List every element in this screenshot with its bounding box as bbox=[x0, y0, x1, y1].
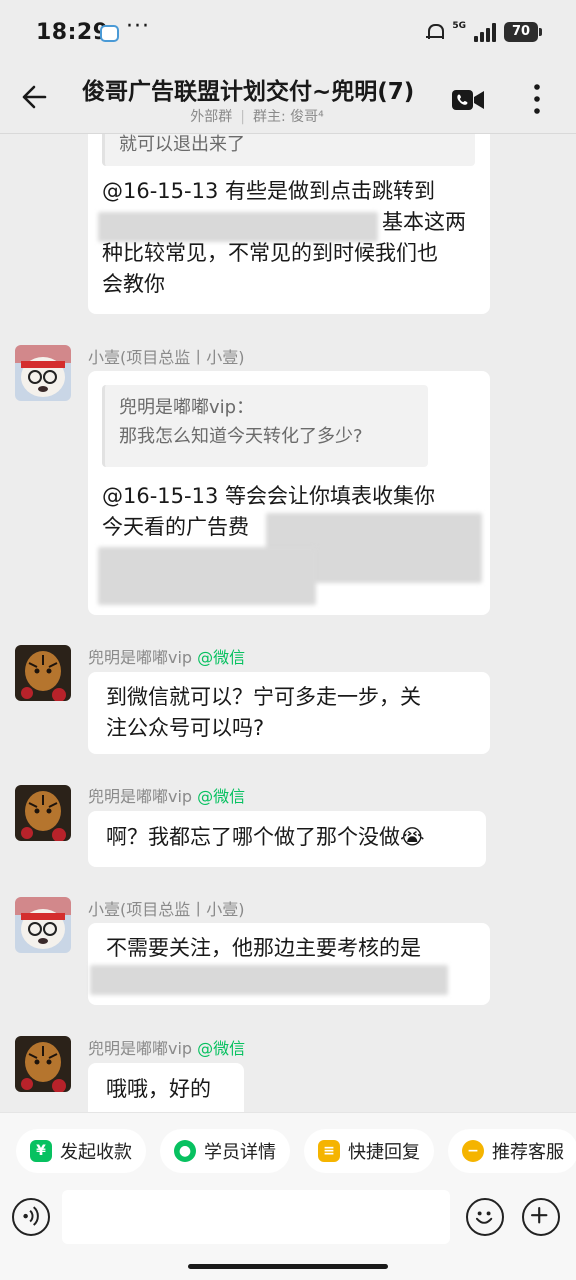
redacted-block bbox=[90, 965, 448, 995]
emoji-icon[interactable] bbox=[466, 1198, 504, 1236]
chat-title: 俊哥广告联盟计划交付~兜明(7) bbox=[82, 79, 415, 105]
message-bubble[interactable]: 兜明是嘟嘟vip： 那我怎么知道今天转化了多少? @16-15-13 等会会让你… bbox=[88, 371, 490, 615]
group-owner-label: 群主: 俊哥⁴ bbox=[252, 109, 324, 125]
network-label: 5G bbox=[452, 21, 466, 31]
recommend-service-label: 推荐客服 bbox=[492, 1142, 564, 1163]
message-bubble[interactable]: 啊？我都忘了哪个做了那个没做😭 bbox=[88, 811, 486, 867]
message-bubble[interactable]: 到微信就可以？宁可多走一步，关 注公众号可以吗? bbox=[88, 672, 490, 754]
battery-icon: 70 bbox=[504, 22, 542, 42]
message-text-line: 基本这两 bbox=[382, 210, 466, 234]
subtitle-divider: | bbox=[240, 109, 245, 125]
message-list[interactable]: 就可以退出来了 @16-15-13 有些是做到点击跳转到 基本这两 种比较常见，… bbox=[0, 134, 576, 1112]
status-bar: 18:29 ··· 5G 70 bbox=[0, 0, 576, 66]
quoted-sender: 兜明是嘟嘟vip： bbox=[119, 397, 255, 418]
message-text: 啊？我都忘了哪个做了那个没做😭 bbox=[106, 825, 425, 849]
chat-header: 俊哥广告联盟计划交付~兜明(7) 外部群 | 群主: 俊哥⁴ bbox=[0, 66, 576, 134]
message-text-line: @16-15-13 有些是做到点击跳转到 bbox=[102, 179, 435, 203]
sender-name: 小壹(项目总监丨小壹) bbox=[88, 900, 245, 919]
sender-name-text: 兜明是嘟嘟vip bbox=[88, 1039, 193, 1058]
message-bubble[interactable]: 就可以退出来了 @16-15-13 有些是做到点击跳转到 基本这两 种比较常见，… bbox=[88, 134, 490, 314]
message-icon: ≡ bbox=[318, 1140, 340, 1162]
message-text-line: 今天看的广告费 bbox=[102, 515, 249, 539]
app-notification-icon bbox=[100, 25, 119, 42]
user-icon: ● bbox=[174, 1140, 196, 1162]
message-text: 哦哦，好的 bbox=[106, 1077, 211, 1101]
quick-reply-label: 快捷回复 bbox=[348, 1142, 420, 1163]
signal-icon bbox=[474, 22, 496, 42]
sender-source-tag: @微信 bbox=[197, 648, 246, 667]
avatar-tiger-icon[interactable] bbox=[15, 785, 71, 841]
quoted-message[interactable]: 兜明是嘟嘟vip： 那我怎么知道今天转化了多少? bbox=[102, 385, 428, 467]
video-call-icon[interactable] bbox=[452, 90, 484, 110]
student-details-button[interactable]: ● 学员详情 bbox=[160, 1129, 290, 1173]
voice-icon[interactable] bbox=[12, 1198, 50, 1236]
quoted-text: 那我怎么知道今天转化了多少? bbox=[119, 426, 363, 447]
collect-payment-label: 发起收款 bbox=[60, 1142, 132, 1163]
message-bubble[interactable]: 哦哦，好的 bbox=[88, 1063, 244, 1112]
quoted-message[interactable]: 就可以退出来了 bbox=[102, 134, 475, 166]
status-time: 18:29 bbox=[36, 20, 109, 45]
message-text-line: @16-15-13 等会会让你填表收集你 bbox=[102, 484, 435, 508]
home-indicator[interactable] bbox=[188, 1264, 388, 1269]
sender-name: 兜明是嘟嘟vip @微信 bbox=[88, 1035, 245, 1059]
message-text-line: 注公众号可以吗? bbox=[106, 716, 265, 740]
chat-bubble-icon: − bbox=[462, 1140, 484, 1162]
recommend-service-button[interactable]: − 推荐客服 bbox=[448, 1129, 576, 1173]
message-text-line: 会教你 bbox=[102, 272, 165, 296]
input-bar bbox=[0, 1188, 576, 1280]
sender-name: 小壹(项目总监丨小壹) bbox=[88, 348, 245, 367]
sender-name: 兜明是嘟嘟vip @微信 bbox=[88, 783, 245, 807]
quick-reply-button[interactable]: ≡ 快捷回复 bbox=[304, 1129, 434, 1173]
quick-action-bar: ¥ 发起收款 ● 学员详情 ≡ 快捷回复 − 推荐客服 bbox=[0, 1112, 576, 1188]
student-details-label: 学员详情 bbox=[204, 1142, 276, 1163]
sender-name-text: 兜明是嘟嘟vip bbox=[88, 648, 193, 667]
sender-name-text: 兜明是嘟嘟vip bbox=[88, 787, 193, 806]
sender-name: 兜明是嘟嘟vip @微信 bbox=[88, 644, 245, 668]
group-type-label: 外部群 bbox=[190, 109, 233, 125]
more-notifications-icon: ··· bbox=[126, 14, 150, 39]
status-indicators: 5G 70 bbox=[426, 21, 542, 42]
sender-source-tag: @微信 bbox=[197, 1039, 246, 1058]
quoted-text: 就可以退出来了 bbox=[119, 134, 245, 155]
message-bubble[interactable]: 不需要关注，他那边主要考核的是 bbox=[88, 923, 490, 1005]
avatar-dog-icon[interactable] bbox=[15, 345, 71, 401]
message-text-line: 不需要关注，他那边主要考核的是 bbox=[106, 936, 421, 960]
avatar-tiger-icon[interactable] bbox=[15, 645, 71, 701]
redacted-block bbox=[98, 547, 316, 605]
plus-icon[interactable] bbox=[522, 1198, 560, 1236]
message-text-line: 到微信就可以？宁可多走一步，关 bbox=[106, 685, 421, 709]
yuan-icon: ¥ bbox=[30, 1140, 52, 1162]
message-input[interactable] bbox=[62, 1190, 450, 1244]
more-menu-icon[interactable] bbox=[534, 84, 540, 114]
avatar-tiger-icon[interactable] bbox=[15, 1036, 71, 1092]
chat-subtitle: 外部群 | 群主: 俊哥⁴ bbox=[82, 106, 432, 126]
sender-source-tag: @微信 bbox=[197, 787, 246, 806]
message-text-line: 种比较常见，不常见的到时候我们也 bbox=[102, 241, 438, 265]
mute-bell-icon bbox=[426, 22, 445, 42]
back-arrow-icon[interactable] bbox=[18, 82, 48, 112]
avatar-dog-icon[interactable] bbox=[15, 897, 71, 953]
collect-payment-button[interactable]: ¥ 发起收款 bbox=[16, 1129, 146, 1173]
